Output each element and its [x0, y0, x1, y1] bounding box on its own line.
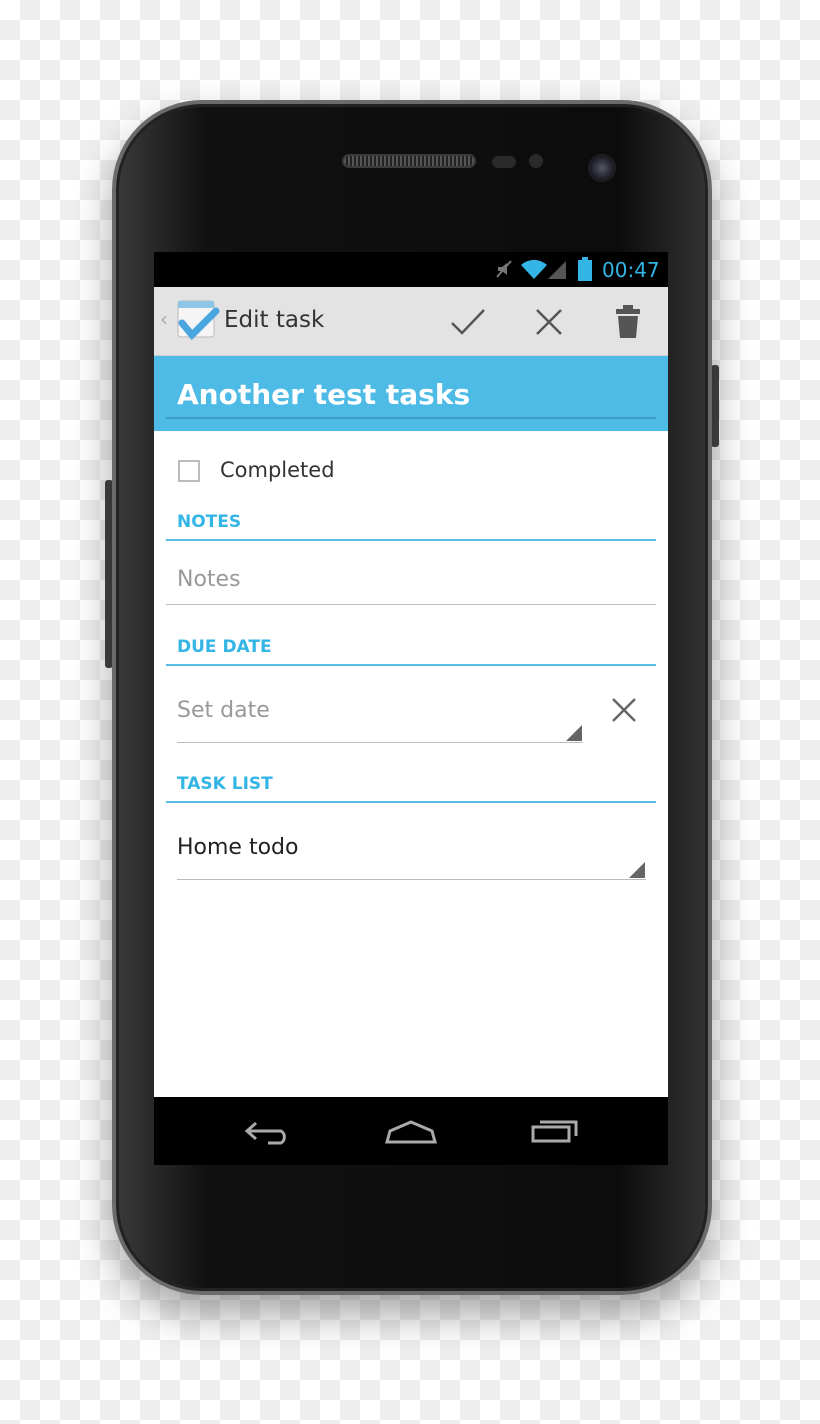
title-underline	[166, 417, 656, 419]
up-button[interactable]: ‹ Edit task	[158, 287, 348, 356]
completed-label: Completed	[220, 458, 335, 482]
task-form: Completed NOTES Notes DUE DATE Set date …	[154, 431, 668, 1097]
signal-icon	[548, 261, 566, 279]
notes-input[interactable]: Notes	[166, 567, 656, 605]
task-list-spinner[interactable]: Home todo	[177, 835, 646, 880]
completed-checkbox[interactable]	[178, 460, 200, 482]
screen: 00:47 ‹ Edit task Another test tasks Com…	[154, 252, 668, 1165]
recent-apps-icon[interactable]	[530, 1117, 580, 1145]
close-icon[interactable]	[534, 307, 564, 337]
trash-icon[interactable]	[614, 304, 642, 340]
action-bar: ‹ Edit task	[154, 287, 668, 356]
notes-header: NOTES	[166, 509, 656, 541]
sensor	[492, 156, 516, 168]
task-title: Another test tasks	[177, 378, 471, 411]
status-bar: 00:47	[154, 252, 668, 287]
clear-date-icon[interactable]	[610, 696, 638, 724]
mute-icon	[496, 260, 512, 278]
task-title-field[interactable]: Another test tasks	[154, 356, 668, 431]
set-date-text: Set date	[177, 698, 270, 723]
navigation-bar	[154, 1097, 668, 1165]
task-list-value: Home todo	[177, 835, 299, 860]
back-caret-icon: ‹	[160, 307, 168, 331]
clock: 00:47	[602, 258, 660, 282]
action-bar-title: Edit task	[224, 307, 325, 333]
dropdown-triangle-icon	[629, 862, 645, 878]
task-list-header: TASK LIST	[166, 771, 656, 803]
sensor	[529, 154, 543, 168]
set-date-spinner[interactable]: Set date	[177, 698, 583, 743]
power-button	[711, 365, 719, 447]
front-camera	[588, 154, 616, 182]
earpiece	[342, 154, 476, 168]
dropdown-triangle-icon	[566, 725, 582, 741]
home-icon[interactable]	[384, 1119, 438, 1145]
due-date-header: DUE DATE	[166, 634, 656, 666]
check-icon[interactable]	[450, 307, 486, 337]
app-icon	[177, 300, 220, 341]
battery-icon	[578, 257, 592, 281]
wifi-icon	[521, 259, 547, 279]
back-icon[interactable]	[244, 1119, 292, 1145]
